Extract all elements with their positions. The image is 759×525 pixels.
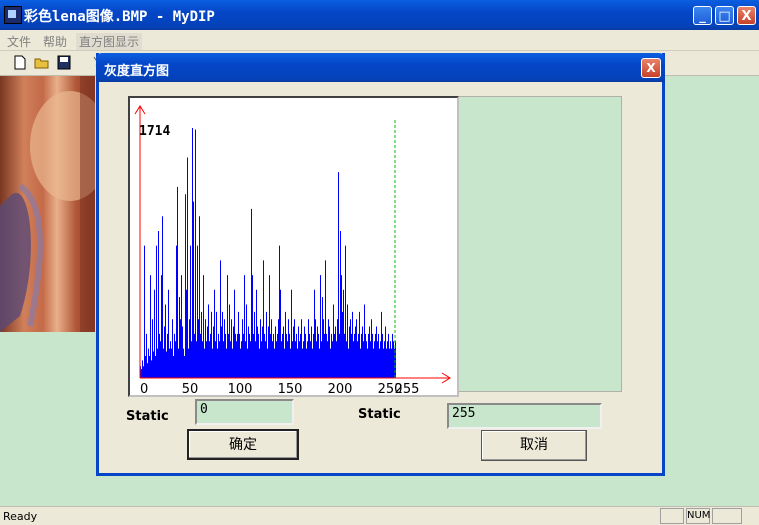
menu-help[interactable]: 帮助 (43, 33, 67, 50)
status-pane (660, 508, 684, 524)
new-file-icon[interactable] (13, 55, 27, 70)
status-text: Ready (3, 510, 38, 523)
status-pane (712, 508, 742, 524)
static-right-label: Static (358, 407, 401, 422)
x-tick-label: 0 (140, 382, 148, 395)
app-icon (4, 6, 22, 24)
x-tick-label-max: 255 (395, 382, 420, 395)
static-left-label: Static (126, 409, 169, 424)
save-icon[interactable] (57, 55, 71, 70)
max-value-field[interactable]: 255 (447, 403, 602, 429)
ok-button[interactable]: 确定 (187, 429, 299, 460)
dialog-title: 灰度直方图 (104, 64, 170, 79)
cancel-button[interactable]: 取消 (481, 430, 587, 461)
x-tick-label: 50 (182, 382, 199, 395)
menu-file[interactable]: 文件 (7, 33, 31, 50)
status-bar (0, 506, 759, 525)
x-tick-label: 200 (328, 382, 353, 395)
x-tick-label: 150 (278, 382, 303, 395)
x-tick-label: 100 (228, 382, 253, 395)
minimize-button[interactable]: _ (693, 6, 712, 25)
num-lock-indicator: NUM (686, 508, 710, 524)
dialog-close-button[interactable]: X (641, 58, 661, 78)
open-folder-icon[interactable] (34, 55, 51, 70)
min-value-field[interactable]: 0 (195, 399, 294, 425)
dialog-title-bar[interactable] (96, 53, 665, 82)
histogram-chart: 1714 0 50 100 150 200 250255 (134, 105, 451, 395)
lena-image (0, 76, 95, 332)
window-title: 彩色lena图像.BMP - MyDIP (24, 9, 215, 25)
y-max-label: 1714 (139, 124, 170, 139)
close-button[interactable]: X (737, 6, 756, 25)
maximize-button[interactable]: □ (715, 6, 734, 25)
menu-histogram[interactable]: 直方图显示 (76, 33, 143, 50)
